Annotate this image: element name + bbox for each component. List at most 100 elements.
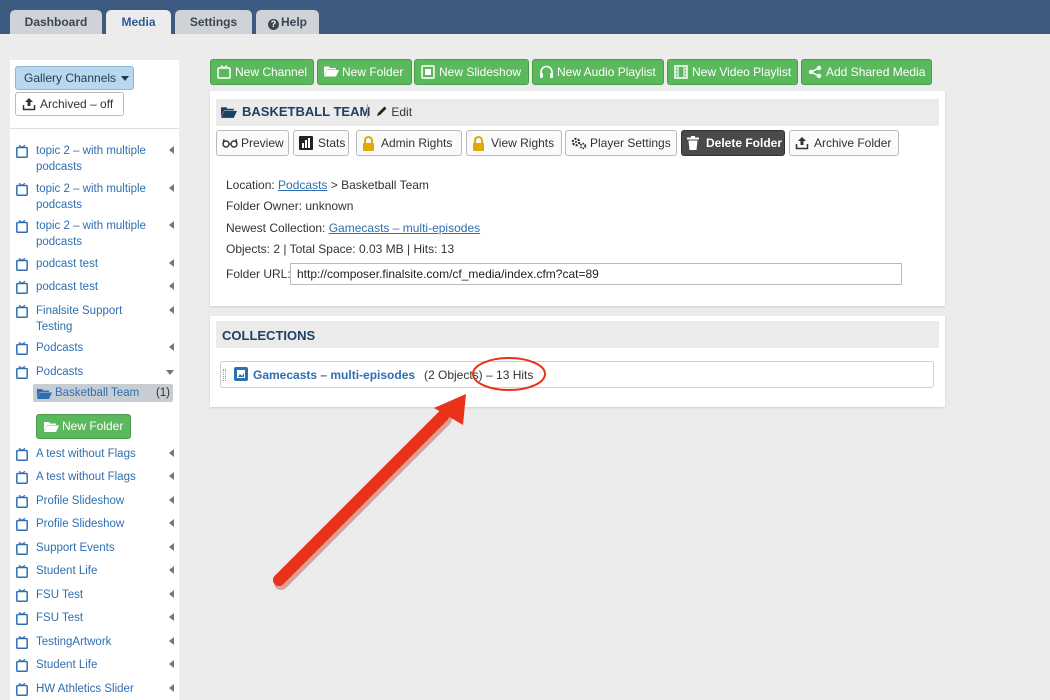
new-video-playlist-button[interactable]: New Video Playlist (667, 59, 798, 85)
sidebar-item-channel[interactable]: Support Events (16, 540, 174, 556)
slideshow-icon (421, 65, 435, 79)
caret-left-icon[interactable] (169, 637, 174, 645)
sidebar-item-label: Student Life (36, 565, 98, 577)
sidebar-item-channel[interactable]: A test without Flags (16, 446, 174, 462)
new-folder-button[interactable]: New Folder (317, 59, 412, 85)
caret-left-icon[interactable] (169, 684, 174, 692)
sidebar-item-label: Support Events (36, 542, 115, 554)
player-settings-button[interactable]: Player Settings (565, 130, 677, 156)
sidebar-item-channel[interactable]: TestingArtwork (16, 634, 174, 650)
collections-header (216, 321, 939, 348)
add-shared-media-button[interactable]: Add Shared Media (801, 59, 932, 85)
sidebar-item-channel[interactable]: podcast test (16, 279, 174, 295)
caret-left-icon[interactable] (169, 613, 174, 621)
sidebar-item-channel[interactable]: Profile Slideshow (16, 516, 174, 532)
channel-icon (16, 518, 28, 531)
caret-left-icon[interactable] (169, 146, 174, 154)
sidebar-item-channel[interactable]: FSU Test (16, 587, 174, 603)
tab-dashboard[interactable]: Dashboard (10, 10, 102, 34)
caret-left-icon[interactable] (169, 496, 174, 504)
admin-rights-button[interactable]: Admin Rights (356, 130, 462, 156)
collection-link[interactable]: Gamecasts – multi-episodes (253, 368, 415, 382)
sidebar-item-channel[interactable]: A test without Flags (16, 469, 174, 485)
pencil-icon (377, 106, 387, 116)
sidebar-item-channel[interactable]: Finalsite Support Testing (16, 303, 174, 335)
tab-settings[interactable]: Settings (175, 10, 252, 34)
caret-down-icon[interactable] (166, 370, 174, 375)
channel-icon (16, 612, 28, 625)
gallery-channels-dropdown[interactable]: Gallery Channels (15, 66, 134, 90)
edit-folder-link[interactable]: Edit (376, 105, 412, 119)
caret-left-icon[interactable] (169, 543, 174, 551)
divider (367, 104, 368, 118)
folder-owner: Folder Owner: unknown (226, 199, 354, 213)
tab-media[interactable]: Media (106, 10, 171, 34)
folder-url-label: Folder URL: (226, 267, 291, 281)
tab-help[interactable]: ? Help (256, 10, 319, 34)
new-slideshow-button[interactable]: New Slideshow (414, 59, 529, 85)
sidebar-item-channel[interactable]: Profile Slideshow (16, 493, 174, 509)
folder-url-field[interactable] (290, 263, 902, 285)
sidebar-item-channel[interactable]: Podcasts (16, 340, 174, 356)
caret-down-icon (121, 76, 130, 81)
lock-icon (473, 136, 484, 151)
caret-left-icon[interactable] (169, 566, 174, 574)
newest-collection-link[interactable]: Gamecasts – multi-episodes (329, 221, 480, 235)
archive-folder-button[interactable]: Archive Folder (789, 130, 899, 156)
caret-left-icon[interactable] (169, 590, 174, 598)
preview-button[interactable]: Preview (216, 130, 289, 156)
drag-handle[interactable] (223, 369, 226, 381)
caret-left-icon[interactable] (169, 472, 174, 480)
view-rights-button[interactable]: View Rights (466, 130, 562, 156)
sidebar-item-channel[interactable]: FSU Test (16, 610, 174, 626)
gears-icon (571, 137, 587, 150)
channel-icon (16, 448, 28, 461)
caret-left-icon[interactable] (169, 184, 174, 192)
delete-folder-label: Delete Folder (706, 136, 783, 150)
sidebar-new-folder-button[interactable]: New Folder (36, 414, 131, 439)
archive-folder-label: Archive Folder (814, 136, 892, 150)
lock-icon (363, 136, 374, 151)
sidebar-subfolder-basketball-team[interactable]: Basketball Team (1) (33, 384, 173, 402)
channel-icon (16, 258, 28, 271)
folder-title: BASKETBALL TEAM (242, 104, 371, 119)
caret-left-icon[interactable] (169, 519, 174, 527)
caret-left-icon[interactable] (169, 306, 174, 314)
location-podcasts-link[interactable]: Podcasts (278, 178, 327, 192)
sidebar-item-channel[interactable]: topic 2 – with multiple podcasts (16, 218, 174, 250)
stats-button[interactable]: Stats (293, 130, 349, 156)
sidebar-item-channel[interactable]: topic 2 – with multiple podcasts (16, 143, 174, 175)
sidebar-item-label: A test without Flags (36, 471, 136, 483)
sidebar-item-label: podcast test (36, 281, 99, 293)
new-audio-playlist-button[interactable]: New Audio Playlist (532, 59, 664, 85)
folder-open-icon (221, 107, 237, 118)
sidebar-item-channel[interactable]: topic 2 – with multiple podcasts (16, 181, 174, 213)
sidebar-item-label: FSU Test (36, 612, 84, 624)
sidebar-item-label: FSU Test (36, 589, 84, 601)
stats-label: Stats (318, 136, 346, 150)
caret-left-icon[interactable] (169, 221, 174, 229)
top-nav-bar: Dashboard Media Settings ? Help (0, 0, 1050, 34)
caret-left-icon[interactable] (169, 449, 174, 457)
channel-icon (16, 636, 28, 649)
delete-folder-button[interactable]: Delete Folder (681, 130, 785, 156)
caret-left-icon[interactable] (169, 660, 174, 668)
archived-toggle-button[interactable]: Archived – off (15, 92, 124, 116)
caret-left-icon[interactable] (169, 259, 174, 267)
new-video-playlist-label: New Video Playlist (692, 65, 792, 79)
newest-collection-line: Newest Collection: Gamecasts – multi-epi… (226, 221, 480, 235)
sidebar-item-channel[interactable]: HW Athletics Slider (16, 681, 174, 697)
newest-collection-label: Newest Collection: (226, 221, 326, 235)
sidebar-item-channel[interactable]: Student Life (16, 563, 174, 579)
collection-item[interactable]: Gamecasts – multi-episodes (2 Objects) –… (220, 361, 934, 388)
new-channel-button[interactable]: New Channel (210, 59, 314, 85)
caret-left-icon[interactable] (169, 343, 174, 351)
caret-left-icon[interactable] (169, 282, 174, 290)
subfolder-count: (1) (155, 387, 170, 399)
new-folder-label: New Folder (342, 65, 404, 79)
sidebar-item-channel[interactable]: podcast test (16, 256, 174, 272)
folder-open-icon (324, 66, 339, 77)
channel-icon (217, 65, 231, 79)
sidebar-item-channel[interactable]: Student Life (16, 657, 174, 673)
sidebar-item-channel[interactable]: Podcasts (16, 364, 174, 380)
